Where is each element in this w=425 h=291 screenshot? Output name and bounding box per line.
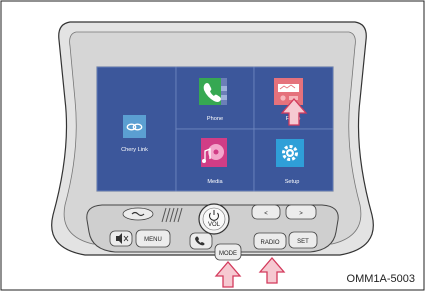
hazard-button[interactable]: [122, 207, 154, 221]
phone-icon: [199, 78, 227, 105]
prev-label: <: [264, 211, 268, 217]
tile-setup[interactable]: Setup: [253, 128, 334, 192]
tile-label: Chery Link: [121, 147, 148, 153]
mute-button[interactable]: [109, 230, 133, 247]
set-button[interactable]: SET: [288, 231, 318, 249]
set-label: SET: [297, 239, 309, 245]
tile-label: Media: [207, 179, 223, 185]
phone-button[interactable]: [189, 232, 213, 250]
head-unit-illustration: Chery Link Phone Radio: [0, 0, 425, 291]
volume-knob[interactable]: VOL: [198, 203, 230, 235]
radio-label: RADIO: [260, 240, 279, 246]
mode-button[interactable]: MODE: [214, 243, 242, 261]
tile-media[interactable]: Media: [175, 128, 255, 192]
mode-label: MODE: [219, 251, 237, 257]
next-button[interactable]: >: [285, 204, 317, 220]
tile-label: Phone: [207, 116, 223, 122]
tile-chery-link[interactable]: Chery Link: [96, 66, 177, 192]
menu-label: MENU: [144, 237, 162, 243]
media-icon: [201, 138, 227, 167]
radio-button[interactable]: RADIO: [253, 232, 287, 250]
prev-button[interactable]: <: [251, 204, 281, 220]
figure-caption: OMM1A-5003: [346, 273, 415, 285]
tile-phone[interactable]: Phone: [175, 66, 255, 130]
chery-link-icon: [123, 115, 146, 138]
tile-label: Setup: [285, 179, 300, 185]
menu-button[interactable]: MENU: [135, 229, 171, 248]
vol-label: VOL: [208, 222, 221, 228]
gear-icon: [276, 139, 304, 167]
next-label: >: [299, 211, 303, 217]
radio-icon: [274, 78, 303, 105]
